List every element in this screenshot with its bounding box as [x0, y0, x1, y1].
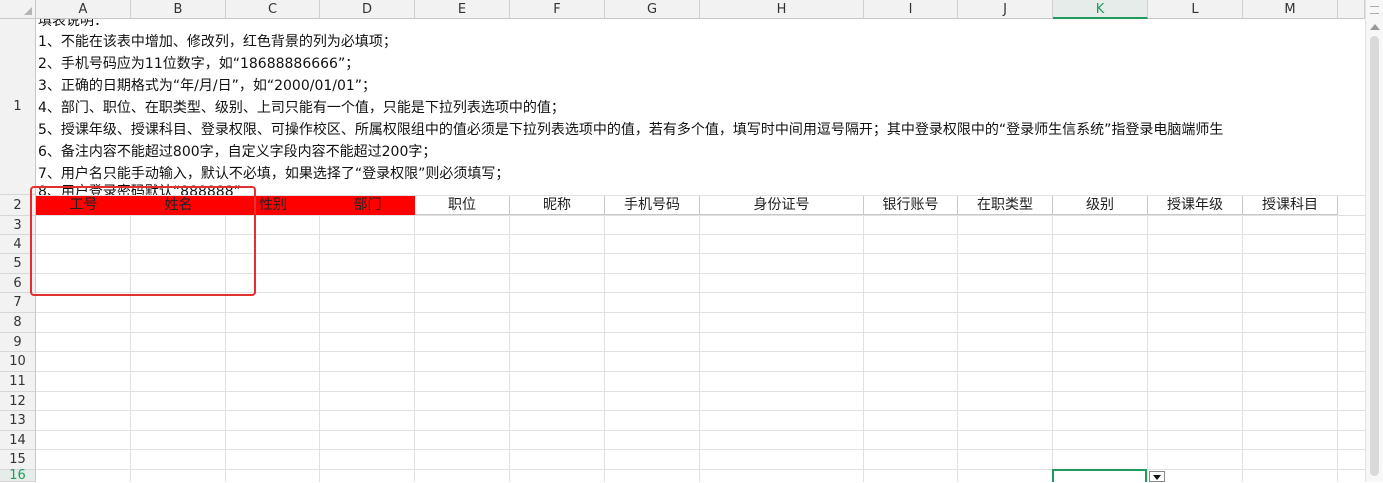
grid-line	[36, 410, 1365, 411]
grid-line	[1337, 195, 1338, 482]
header-cell-teaching-subject[interactable]: 授课科目	[1243, 196, 1338, 215]
column-header-j[interactable]: J	[958, 0, 1053, 19]
header-cell-id-number[interactable]: 身份证号	[700, 196, 864, 215]
header-cell-bank-account[interactable]: 银行账号	[864, 196, 958, 215]
annotation-highlight-box	[30, 186, 256, 296]
grid-line	[604, 195, 605, 482]
grid-line	[36, 469, 1365, 470]
scrollbar-thumb[interactable]	[1370, 36, 1379, 476]
column-header-d[interactable]: D	[320, 0, 415, 19]
column-header-a[interactable]: A	[36, 0, 131, 19]
grid-line	[699, 195, 700, 482]
grid-line	[414, 195, 415, 482]
column-header-l[interactable]: L	[1148, 0, 1243, 19]
column-header-n[interactable]	[1338, 0, 1365, 19]
grid-line	[957, 195, 958, 482]
note-line-5: 5、授课年级、授课科目、登录权限、可操作校区、所属权限组中的值必须是下拉列表选项…	[38, 122, 1224, 138]
grid-line	[319, 195, 320, 482]
header-cell-employment-type[interactable]: 在职类型	[958, 196, 1053, 215]
column-header-k[interactable]: K	[1053, 0, 1148, 19]
row-header-1[interactable]: 1	[0, 19, 36, 195]
header-cell-teaching-grade[interactable]: 授课年级	[1148, 196, 1243, 215]
note-line-6: 6、备注内容不能超过800字，自定义字段内容不能超过200字；	[38, 144, 437, 160]
spreadsheet: A B C D E F G H I J K L M 1 2 3 4 5 6 7 …	[0, 0, 1383, 483]
grid-line	[36, 449, 1365, 450]
column-header-b[interactable]: B	[131, 0, 226, 19]
note-line-4: 4、部门、职位、在职类型、级别、上司只能有一个值，只能是下拉列表选项中的值；	[38, 100, 565, 116]
header-cell-department[interactable]: 部门	[320, 196, 415, 215]
column-header-h[interactable]: H	[700, 0, 864, 19]
row-header-12[interactable]: 12	[0, 392, 36, 411]
grid-line	[863, 195, 864, 482]
header-cell-nickname[interactable]: 昵称	[510, 196, 605, 215]
grid-line	[36, 332, 1365, 333]
grid-line	[36, 391, 1365, 392]
column-header-c[interactable]: C	[226, 0, 320, 19]
dropdown-arrow-icon[interactable]	[1149, 471, 1165, 482]
menu-lines-icon[interactable]	[1370, 6, 1379, 14]
column-header-e[interactable]: E	[415, 0, 510, 19]
header-cell-position[interactable]: 职位	[415, 196, 510, 215]
grid-line	[36, 430, 1365, 431]
row-header-9[interactable]: 9	[0, 333, 36, 352]
column-header-m[interactable]: M	[1243, 0, 1338, 19]
select-all-corner-icon[interactable]	[0, 0, 36, 19]
column-header-f[interactable]: F	[510, 0, 605, 19]
grid-line	[509, 195, 510, 482]
active-cell-k16[interactable]	[1052, 469, 1147, 482]
column-header-i[interactable]: I	[864, 0, 958, 19]
row-header-14[interactable]: 14	[0, 431, 36, 450]
row-header-11[interactable]: 11	[0, 372, 36, 392]
note-line-3: 3、正确的日期格式为“年/月/日”，如“2000/01/01”；	[38, 78, 377, 94]
row-header-16[interactable]: 16	[0, 468, 36, 483]
row-header-8[interactable]: 8	[0, 313, 36, 333]
column-header-g[interactable]: G	[605, 0, 700, 19]
grid-line	[1052, 195, 1053, 482]
row-header-7[interactable]: 7	[0, 293, 36, 313]
instructions-cell[interactable]: 填表说明： 1、不能在该表中增加、修改列，红色背景的列为必填项； 2、手机号码应…	[38, 19, 1365, 195]
row-header-10[interactable]: 10	[0, 352, 36, 372]
row-header-15[interactable]: 15	[0, 450, 36, 470]
scroll-up-icon[interactable]	[1370, 24, 1380, 30]
grid-line	[1242, 195, 1243, 482]
header-cell-phone[interactable]: 手机号码	[605, 196, 700, 215]
grid-line	[1147, 195, 1148, 482]
row-header-13[interactable]: 13	[0, 411, 36, 431]
note-line-1: 1、不能在该表中增加、修改列，红色背景的列为必填项；	[38, 34, 397, 50]
grid-line	[36, 312, 1365, 313]
grid-line	[36, 351, 1365, 352]
vertical-scrollbar[interactable]	[1365, 0, 1383, 482]
note-line-2: 2、手机号码应为11位数字，如“18688886666”；	[38, 56, 360, 72]
header-cell-level[interactable]: 级别	[1053, 196, 1148, 215]
grid-line	[36, 371, 1365, 372]
